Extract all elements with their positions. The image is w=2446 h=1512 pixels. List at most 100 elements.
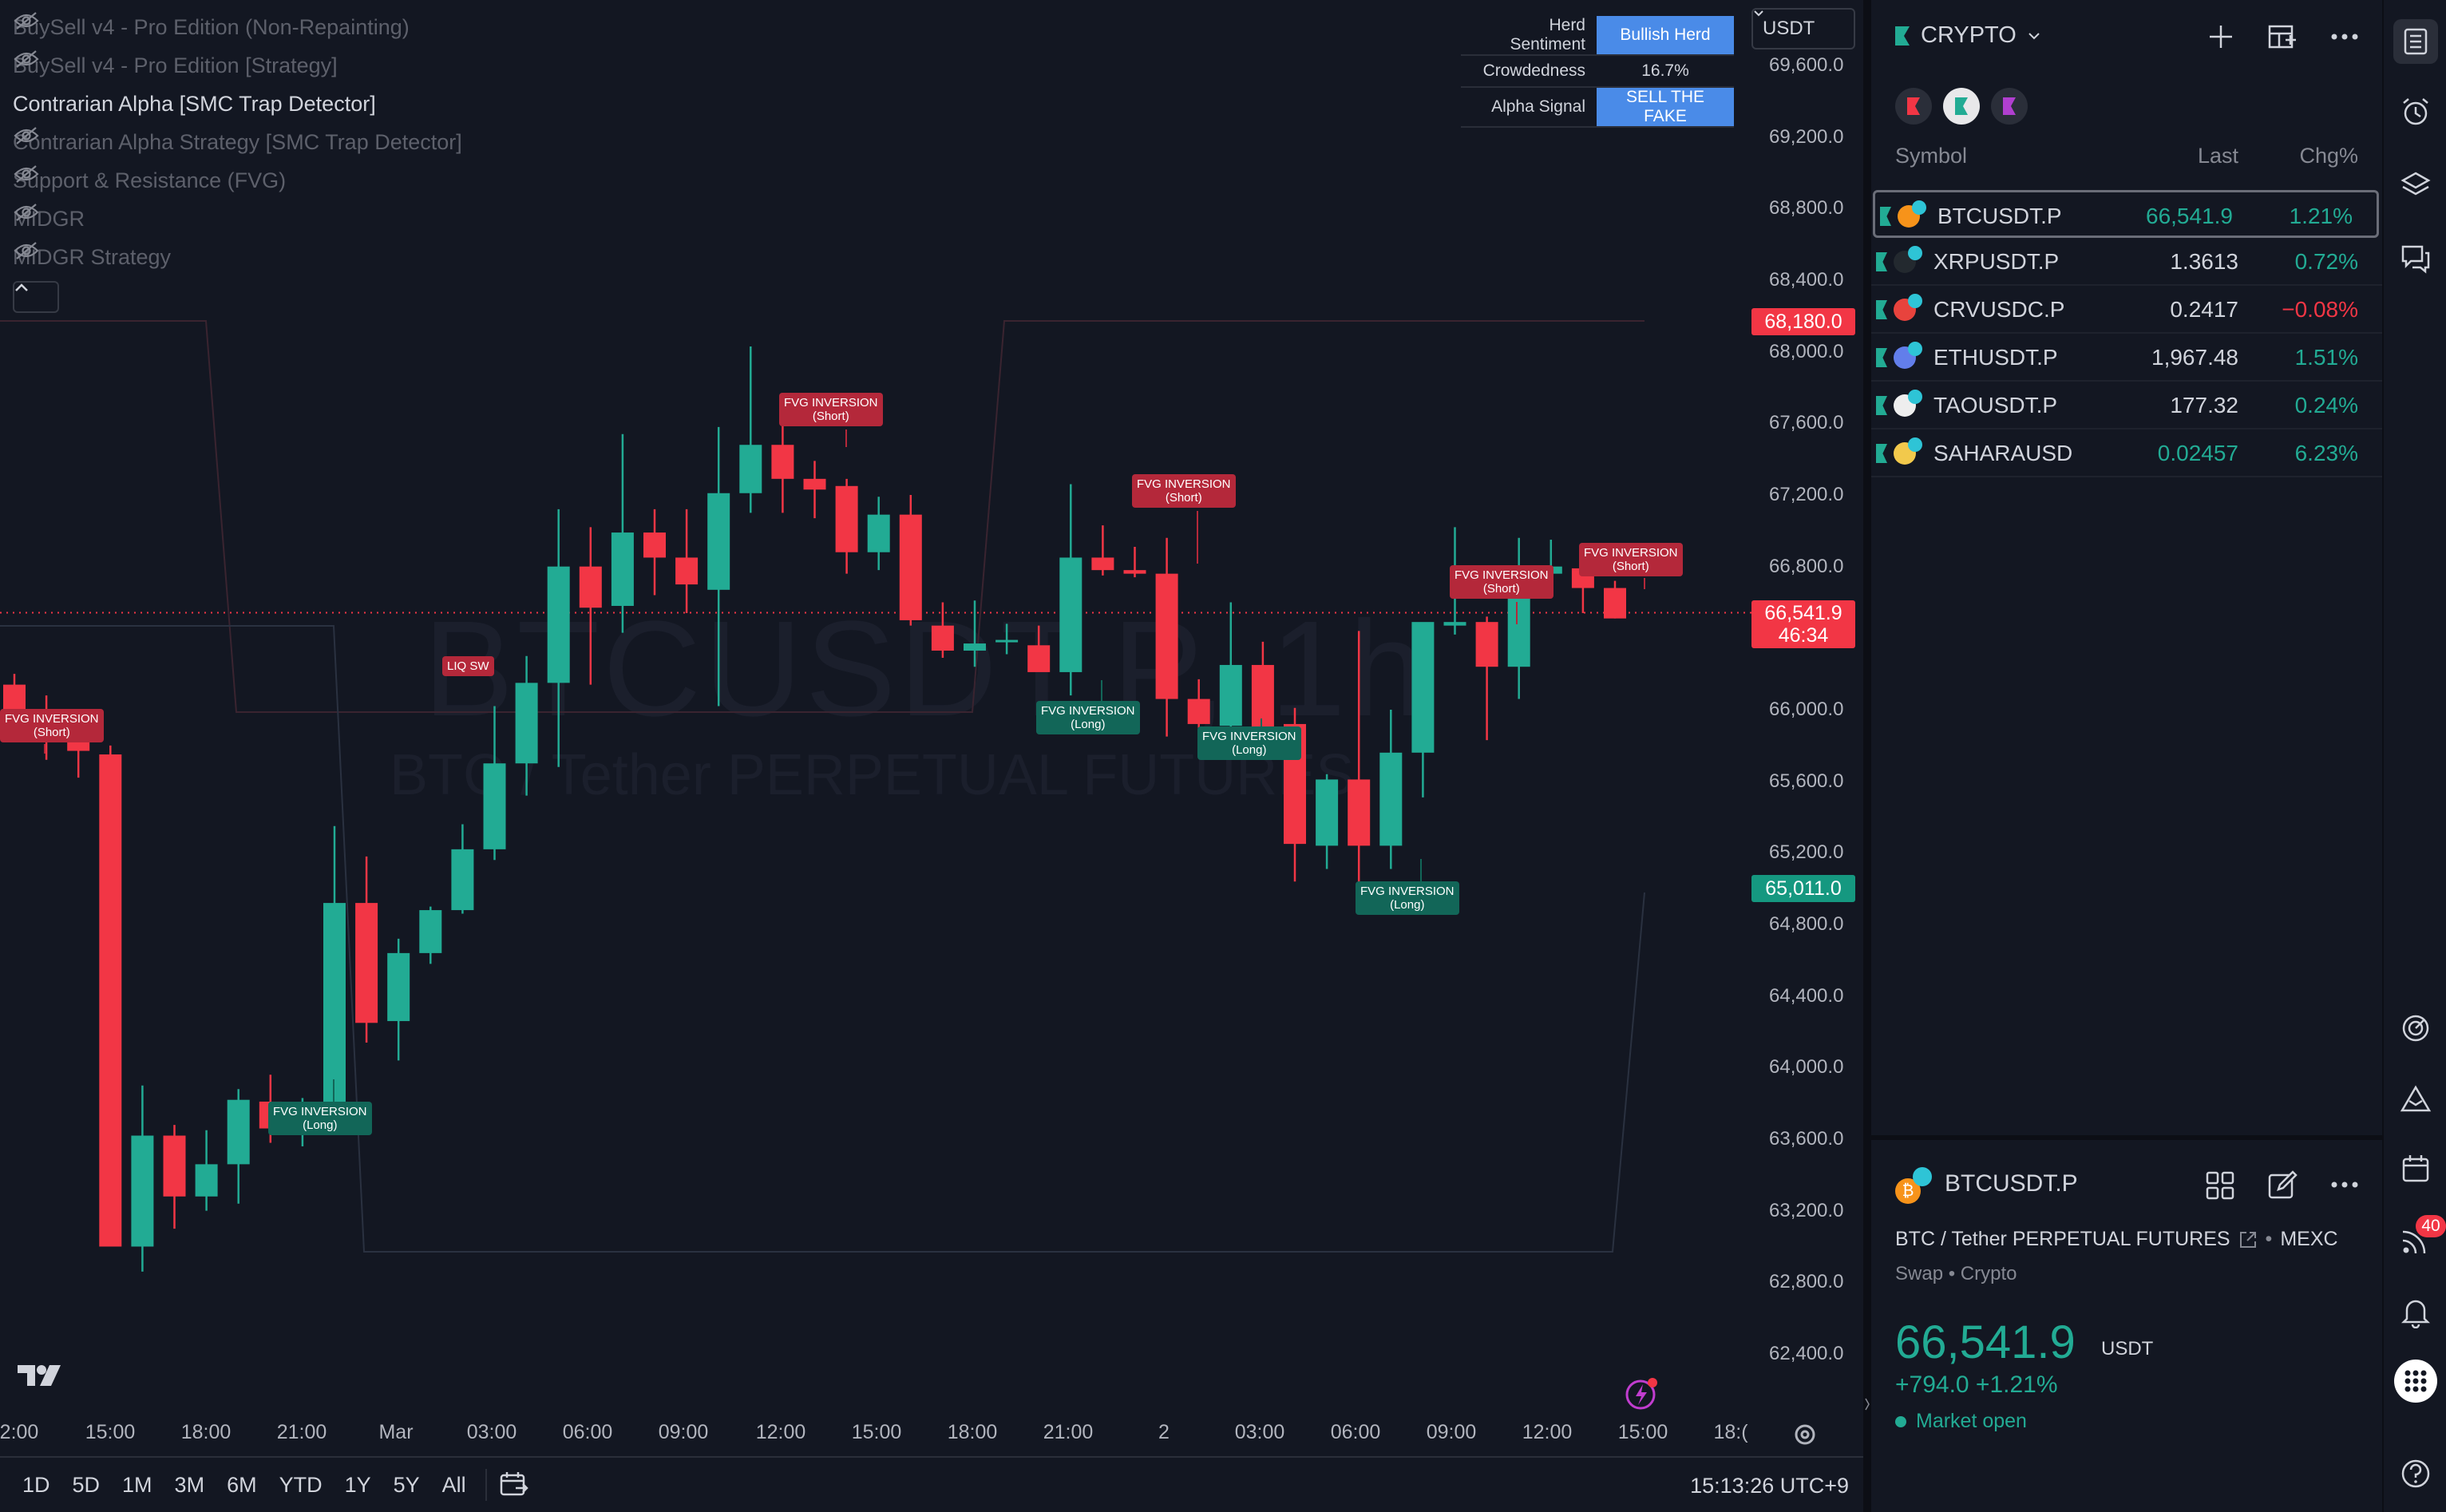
candle[interactable] [1219, 602, 1242, 734]
watchlist-row[interactable]: BTCUSDT.P 66,541.9 1.21% [1873, 190, 2379, 238]
eye-hidden-icon[interactable] [13, 203, 40, 222]
indicator-row[interactable]: MIDGR Strategy [13, 241, 171, 273]
candle[interactable] [867, 497, 890, 571]
advanced-view-icon[interactable] [2267, 22, 2298, 53]
candle[interactable] [1123, 547, 1146, 578]
detail-symbol[interactable]: BTCUSDT.P [1945, 1170, 2078, 1197]
flag-green-icon[interactable] [1876, 348, 1887, 367]
candle[interactable] [611, 433, 634, 633]
column-chg[interactable]: Chg% [2299, 144, 2358, 168]
candle[interactable] [1379, 710, 1403, 869]
flag-green-icon[interactable] [1876, 300, 1887, 319]
watchlist-toggle-button[interactable] [2393, 19, 2438, 64]
candle[interactable] [1027, 625, 1051, 672]
eye-hidden-icon[interactable] [13, 49, 40, 69]
candle[interactable] [419, 906, 442, 964]
chart-area[interactable]: BTCUSDT.P, 1h BTC / Tether PERPETUAL FUT… [0, 0, 1863, 1456]
flag-filter-green[interactable] [1943, 88, 1980, 125]
flag-filter-red[interactable] [1895, 88, 1932, 125]
ideas-button[interactable] [2393, 1076, 2438, 1121]
indicator-row[interactable]: BuySell v4 - Pro Edition (Non-Repainting… [13, 11, 410, 43]
candle[interactable] [515, 655, 538, 796]
chat-button[interactable] [2393, 236, 2438, 281]
eye-hidden-icon[interactable] [13, 241, 40, 260]
eye-hidden-icon[interactable] [13, 164, 40, 184]
watchlist-row[interactable]: ETHUSDT.P 1,967.48 1.51% [1871, 334, 2382, 382]
candle[interactable] [707, 426, 730, 707]
candle[interactable] [1411, 622, 1435, 798]
candle[interactable] [227, 1089, 250, 1204]
watchlist-header[interactable]: CRYPTO [1895, 22, 2040, 49]
timeframe-button[interactable]: 1M [111, 1473, 164, 1498]
calendar-button[interactable] [2393, 1146, 2438, 1191]
candle[interactable] [387, 938, 410, 1061]
indicator-row[interactable]: Support & Resistance (FVG) [13, 164, 286, 196]
candle[interactable] [1251, 641, 1274, 731]
flag-green-icon[interactable] [1880, 207, 1891, 226]
news-button[interactable]: 40 [2393, 1215, 2446, 1263]
detail-exchange[interactable]: MEXC [2280, 1228, 2337, 1251]
timeframe-button[interactable]: 1Y [334, 1473, 382, 1498]
tradingview-logo-icon[interactable] [16, 1362, 67, 1389]
timeframe-button[interactable]: 5Y [382, 1473, 431, 1498]
candle[interactable] [1316, 774, 1339, 869]
candle[interactable] [1155, 537, 1178, 737]
candle[interactable] [483, 706, 506, 861]
help-button[interactable] [2393, 1451, 2438, 1496]
candle[interactable] [355, 856, 378, 1043]
watchlist-row[interactable]: SAHARAUSD 0.02457 6.23% [1871, 429, 2382, 477]
chevron-right-icon[interactable] [1864, 1392, 1870, 1416]
flag-green-icon[interactable] [1876, 444, 1887, 463]
currency-select[interactable]: USDT [1751, 8, 1855, 49]
edit-note-icon[interactable] [2267, 1170, 2298, 1201]
add-symbol-icon[interactable] [2207, 22, 2235, 51]
candle[interactable] [1091, 525, 1114, 576]
timeframe-button[interactable]: 3M [164, 1473, 216, 1498]
candle[interactable] [451, 824, 474, 914]
candle[interactable] [675, 509, 699, 613]
object-tree-button[interactable] [2393, 163, 2438, 208]
candle[interactable] [771, 419, 794, 513]
more-options-icon[interactable] [2329, 1170, 2360, 1199]
more-options-icon[interactable] [2329, 22, 2360, 51]
candle[interactable] [579, 527, 602, 685]
candle[interactable] [99, 745, 122, 1247]
hotlists-button[interactable] [2393, 1006, 2438, 1051]
detail-name[interactable]: BTC / Tether PERPETUAL FUTURES [1895, 1228, 2230, 1251]
indicator-row[interactable]: Contrarian Alpha Strategy [SMC Trap Dete… [13, 126, 462, 158]
calendar-goto-icon[interactable] [498, 1470, 530, 1499]
flag-green-icon[interactable] [1876, 252, 1887, 271]
eye-hidden-icon[interactable] [13, 11, 40, 30]
timeframe-button[interactable]: 5D [61, 1473, 112, 1498]
collapse-legend-button[interactable] [13, 281, 59, 313]
candle[interactable] [547, 509, 570, 767]
candle[interactable] [1475, 616, 1498, 741]
watchlist-row[interactable]: TAOUSDT.P 177.32 0.24% [1871, 382, 2382, 429]
panel-divider[interactable] [1863, 0, 1871, 1512]
candle[interactable] [899, 495, 922, 626]
apps-button[interactable] [2393, 1359, 2438, 1403]
candle[interactable] [195, 1130, 218, 1211]
clock-timezone[interactable]: 15:13:26 UTC+9 [1690, 1474, 1849, 1498]
timeframe-button[interactable]: All [431, 1473, 477, 1498]
lightning-icon[interactable] [1624, 1375, 1660, 1411]
candle[interactable] [835, 478, 858, 574]
indicator-row[interactable]: BuySell v4 - Pro Edition [Strategy] [13, 49, 338, 81]
alerts-button[interactable] [2393, 89, 2438, 134]
candle[interactable] [1059, 484, 1082, 696]
candle[interactable] [1348, 631, 1371, 882]
watchlist-row[interactable]: CRVUSDC.P 0.2417 −0.08% [1871, 286, 2382, 334]
timeframe-button[interactable]: 6M [216, 1473, 268, 1498]
flag-filter-purple[interactable] [1991, 88, 2028, 125]
candle[interactable] [1507, 537, 1530, 699]
candle[interactable] [643, 509, 666, 596]
watchlist-row[interactable]: XRPUSDT.P 1.3613 0.72% [1871, 238, 2382, 286]
column-symbol[interactable]: Symbol [1895, 144, 1967, 168]
column-last[interactable]: Last [2198, 144, 2238, 168]
candle[interactable] [931, 602, 954, 658]
flag-green-icon[interactable] [1876, 396, 1887, 415]
candle[interactable] [964, 600, 986, 667]
candle[interactable] [163, 1125, 186, 1229]
candlestick-chart[interactable] [0, 0, 1863, 1456]
candle[interactable] [739, 346, 762, 513]
